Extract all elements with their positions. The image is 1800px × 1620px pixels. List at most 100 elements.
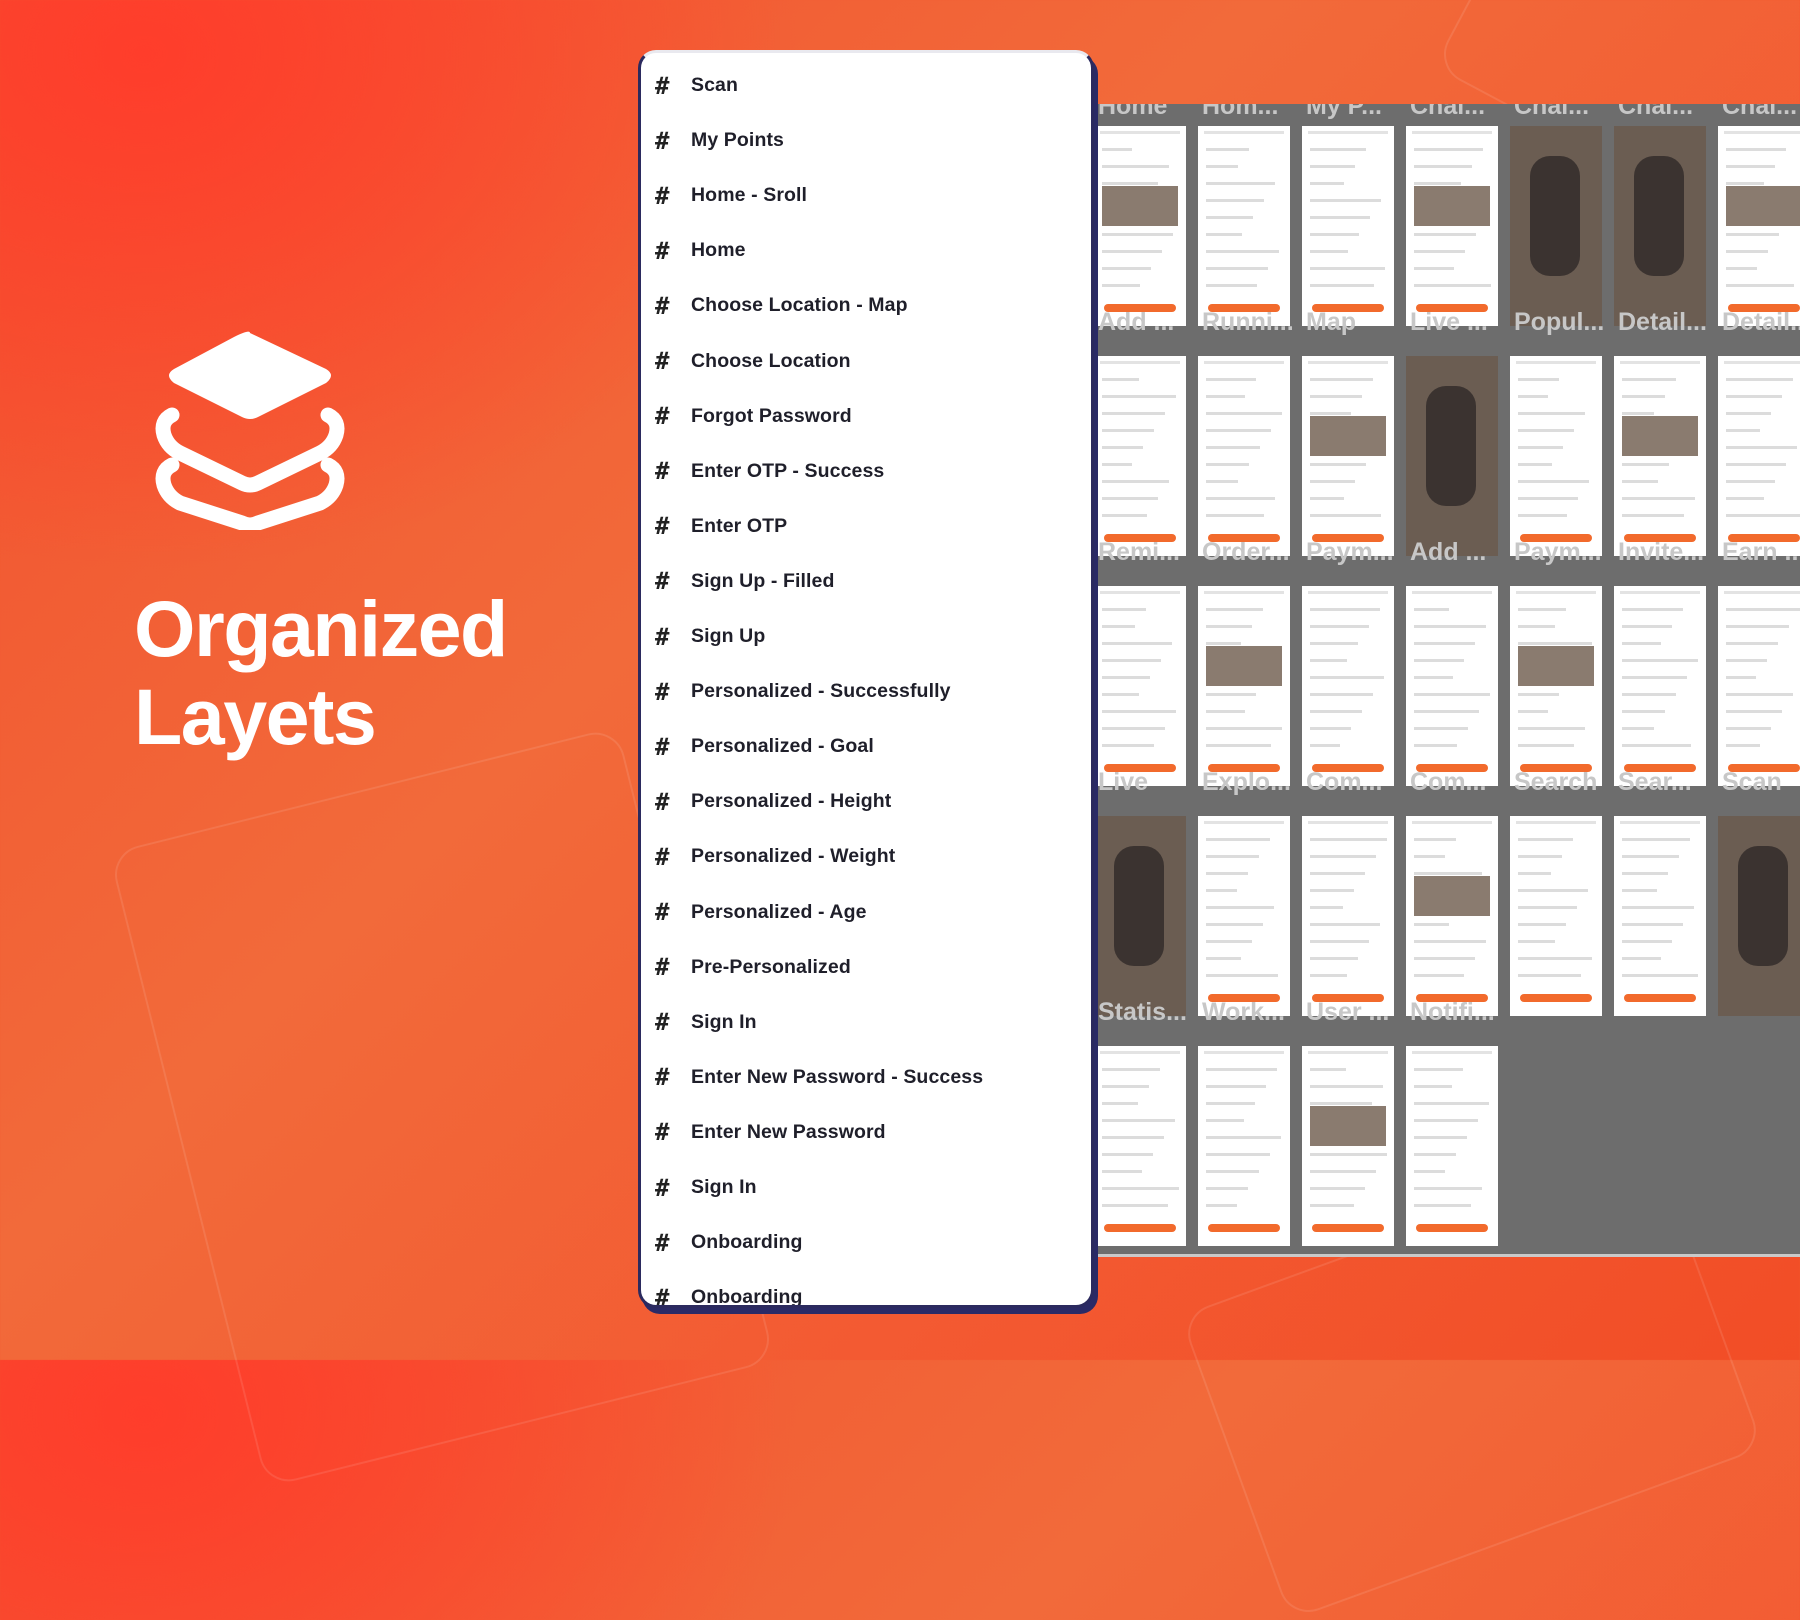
frame-label[interactable]: Live [1098,768,1194,797]
layer-item-label: Onboarding [691,1286,803,1308]
frame-label[interactable]: Chal... [1722,104,1800,121]
screen-thumbnail[interactable] [1510,356,1602,556]
screen-thumbnail[interactable] [1718,586,1800,786]
screen-thumbnail[interactable] [1718,356,1800,556]
screen-thumbnail[interactable] [1198,1046,1290,1246]
layer-item-label: Personalized - Weight [691,845,896,868]
screen-thumbnail[interactable] [1302,816,1394,1016]
screen-thumbnail[interactable] [1718,126,1800,326]
frame-label[interactable]: Order... [1202,538,1298,567]
screen-thumbnail[interactable] [1098,816,1186,1016]
layer-item[interactable]: # My Points [641,113,1091,168]
frame-label[interactable]: Chal... [1410,104,1506,121]
screen-thumbnail[interactable] [1406,586,1498,786]
frame-hash-icon: # [655,181,670,210]
frame-label[interactable]: Notifi... [1410,998,1506,1027]
layer-item[interactable]: # Personalized - Height [641,774,1091,829]
screen-thumbnail[interactable] [1198,816,1290,1016]
frame-label[interactable]: User ... [1306,998,1402,1027]
frame-label[interactable]: Explo... [1202,768,1298,797]
frame-label[interactable]: Search [1514,768,1610,797]
layer-item[interactable]: # Sign Up - Filled [641,554,1091,609]
screen-thumbnail[interactable] [1406,816,1498,1016]
frame-label[interactable]: Paym... [1514,538,1610,567]
frame-label[interactable]: My P... [1306,104,1402,121]
frame-hash-icon: # [655,1118,670,1147]
layer-item[interactable]: # Onboarding [641,1270,1091,1308]
frame-label[interactable]: Detail... [1618,308,1714,337]
layer-item[interactable]: # Forgot Password [641,389,1091,444]
screen-thumbnail[interactable] [1614,126,1706,326]
frame-label[interactable]: Home [1098,104,1194,121]
screen-thumbnail[interactable] [1614,586,1706,786]
layer-item[interactable]: # Onboarding [641,1215,1091,1270]
frame-label[interactable]: Earn ... [1722,538,1800,567]
screen-thumbnail[interactable] [1614,356,1706,556]
screen-thumbnail[interactable] [1198,356,1290,556]
layer-item[interactable]: # Scan [641,58,1091,113]
screen-thumbnail[interactable] [1198,126,1290,326]
frame-hash-icon: # [655,567,670,596]
frame-label[interactable]: Detail... [1722,308,1800,337]
screen-thumbnail[interactable] [1302,356,1394,556]
frame-label[interactable]: Live ... [1410,308,1506,337]
frame-label[interactable]: Hom... [1202,104,1298,121]
layer-item[interactable]: # Sign In [641,995,1091,1050]
screen-thumbnail[interactable] [1302,586,1394,786]
layer-item[interactable]: # Sign In [641,1160,1091,1215]
frame-hash-icon: # [655,1228,670,1257]
screen-thumbnail[interactable] [1614,816,1706,1016]
screen-thumbnail[interactable] [1406,1046,1498,1246]
frame-label[interactable]: Add ... [1410,538,1506,567]
frame-label[interactable]: Paym... [1306,538,1402,567]
frame-label[interactable]: Runni... [1202,308,1298,337]
frame-label[interactable]: Chal... [1618,104,1714,121]
frame-label[interactable]: Chal... [1514,104,1610,121]
layer-item[interactable]: # Sign Up [641,609,1091,664]
layer-item[interactable]: # Enter New Password - Success [641,1050,1091,1105]
frame-label[interactable]: Work... [1202,998,1298,1027]
layer-item[interactable]: # Personalized - Successfully [641,664,1091,719]
layer-item[interactable]: # Personalized - Age [641,885,1091,940]
layer-item[interactable]: # Pre-Personalized [641,940,1091,995]
layer-item-label: Sign In [691,1176,757,1198]
screen-thumbnail[interactable] [1510,586,1602,786]
frame-label[interactable]: Map [1306,308,1402,337]
layer-item[interactable]: # Home [641,223,1091,278]
screen-thumbnail[interactable] [1098,1046,1186,1246]
screen-thumbnail[interactable] [1098,356,1186,556]
frame-hash-icon: # [655,842,670,871]
frame-label[interactable]: Remi... [1098,538,1194,567]
frame-label[interactable]: Popul... [1514,308,1610,337]
frame-label[interactable]: Invite... [1618,538,1714,567]
frame-label[interactable]: Sear... [1618,768,1714,797]
screen-thumbnail[interactable] [1302,126,1394,326]
layer-item[interactable]: # Choose Location [641,334,1091,389]
frame-label[interactable]: Com... [1410,768,1506,797]
frame-label[interactable]: Statis... [1098,998,1194,1027]
screen-thumbnail[interactable] [1406,356,1498,556]
screen-thumbnail[interactable] [1098,126,1186,326]
screen-thumbnail[interactable] [1406,126,1498,326]
layer-item[interactable]: # Enter OTP [641,499,1091,554]
layer-item[interactable]: # Personalized - Weight [641,829,1091,884]
frame-hash-icon: # [655,898,670,926]
frame-label[interactable]: Com... [1306,768,1402,797]
layer-item-label: Onboarding [691,1231,803,1254]
screen-thumbnail[interactable] [1098,586,1186,786]
frame-label[interactable]: Scan [1722,768,1800,797]
layer-item[interactable]: # Choose Location - Map [641,278,1091,333]
layer-item[interactable]: # Enter OTP - Success [641,444,1091,499]
screen-thumbnail[interactable] [1718,816,1800,1016]
layer-item-label: Personalized - Successfully [691,680,951,703]
frame-hash-icon: # [655,457,670,486]
frame-label[interactable]: Add ... [1098,308,1194,337]
screen-thumbnail[interactable] [1302,1046,1394,1246]
screen-thumbnail[interactable] [1198,586,1290,786]
screen-thumbnail[interactable] [1510,126,1602,326]
design-canvas[interactable]: Home Hom... My P... Chal... Chal... Chal... Ch… [1098,104,1800,1254]
layer-item[interactable]: # Personalized - Goal [641,719,1091,774]
layer-item[interactable]: # Enter New Password [641,1105,1091,1160]
screen-thumbnail[interactable] [1510,816,1602,1016]
layer-item[interactable]: # Home - Sroll [641,168,1091,223]
